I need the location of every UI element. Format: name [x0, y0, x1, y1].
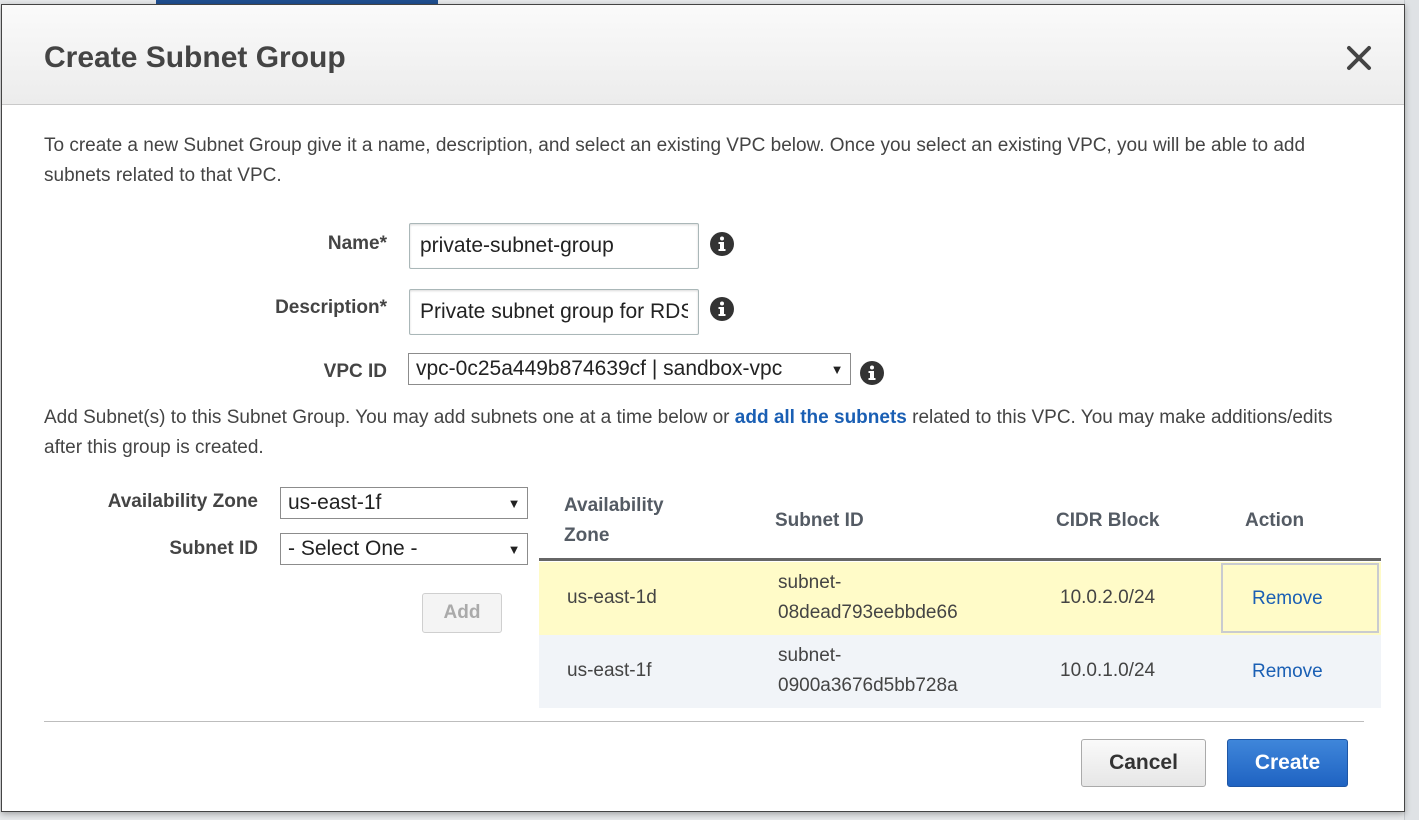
column-header-subnet-id: Subnet ID — [775, 510, 864, 531]
subnet-id-selected-value: - Select One - — [288, 537, 418, 560]
info-icon[interactable] — [859, 360, 885, 386]
row-availability-zone: us-east-1d — [567, 587, 657, 608]
table-header-divider — [539, 558, 1381, 561]
close-button[interactable] — [1344, 43, 1374, 73]
name-input[interactable] — [409, 223, 699, 269]
dialog-intro-text: To create a new Subnet Group give it a n… — [44, 135, 1306, 186]
close-icon — [1347, 46, 1371, 70]
row-subnet-id-prefix: subnet- — [778, 645, 842, 666]
vpc-id-label: VPC ID — [323, 361, 387, 382]
remove-subnet-link[interactable]: Remove — [1252, 584, 1323, 614]
column-header-action: Action — [1245, 510, 1305, 531]
row-subnet-id-suffix: 0900a3676d5bb728a — [778, 675, 958, 696]
add-subnets-instructions: Add Subnet(s) to this Subnet Group. You … — [44, 403, 1374, 463]
remove-subnet-link[interactable]: Remove — [1252, 657, 1323, 687]
dialog-title: Create Subnet Group — [44, 41, 346, 74]
footer-divider — [44, 721, 1364, 722]
info-icon[interactable] — [709, 296, 735, 322]
create-subnet-group-dialog: Create Subnet Group To create a new Subn… — [1, 4, 1405, 812]
background-page-edge — [1404, 0, 1419, 820]
chevron-down-icon: ▼ — [830, 361, 844, 377]
row-cidr-block: 10.0.1.0/24 — [1060, 660, 1156, 681]
availability-zone-selected-value: us-east-1f — [288, 491, 382, 514]
chevron-down-icon: ▼ — [507, 541, 521, 557]
description-input[interactable] — [409, 289, 699, 335]
vpc-id-select[interactable]: vpc-0c25a449b874639cf | sandbox-vpc ▼ — [408, 353, 851, 385]
row-cidr-block: 10.0.2.0/24 — [1060, 587, 1156, 608]
vpc-id-selected-value: vpc-0c25a449b874639cf | sandbox-vpc — [416, 357, 783, 380]
column-header-availability-zone: Availability Zone — [564, 495, 664, 546]
chevron-down-icon: ▼ — [507, 495, 521, 511]
availability-zone-label: Availability Zone — [107, 491, 258, 512]
add-subnets-text-before: Add Subnet(s) to this Subnet Group. You … — [44, 407, 735, 428]
column-header-cidr-block: CIDR Block — [1056, 510, 1160, 531]
availability-zone-select[interactable]: us-east-1f ▼ — [280, 487, 528, 519]
dialog-header: Create Subnet Group — [2, 5, 1404, 105]
create-button[interactable]: Create — [1227, 739, 1348, 787]
subnet-id-label: Subnet ID — [169, 538, 258, 559]
info-icon[interactable] — [709, 231, 735, 257]
add-subnet-button[interactable]: Add — [422, 593, 502, 633]
table-row: us-east-1d subnet- 08dead793eebbde66 10.… — [539, 562, 1381, 635]
subnet-id-select[interactable]: - Select One - ▼ — [280, 533, 528, 565]
name-label: Name* — [327, 233, 387, 254]
table-row: us-east-1f subnet- 0900a3676d5bb728a 10.… — [539, 635, 1381, 708]
description-label: Description* — [275, 297, 387, 318]
row-availability-zone: us-east-1f — [567, 660, 652, 681]
row-subnet-id-prefix: subnet- — [778, 572, 842, 593]
cancel-button[interactable]: Cancel — [1081, 739, 1206, 787]
add-all-subnets-link[interactable]: add all the subnets — [735, 407, 907, 428]
row-subnet-id-suffix: 08dead793eebbde66 — [778, 602, 958, 623]
